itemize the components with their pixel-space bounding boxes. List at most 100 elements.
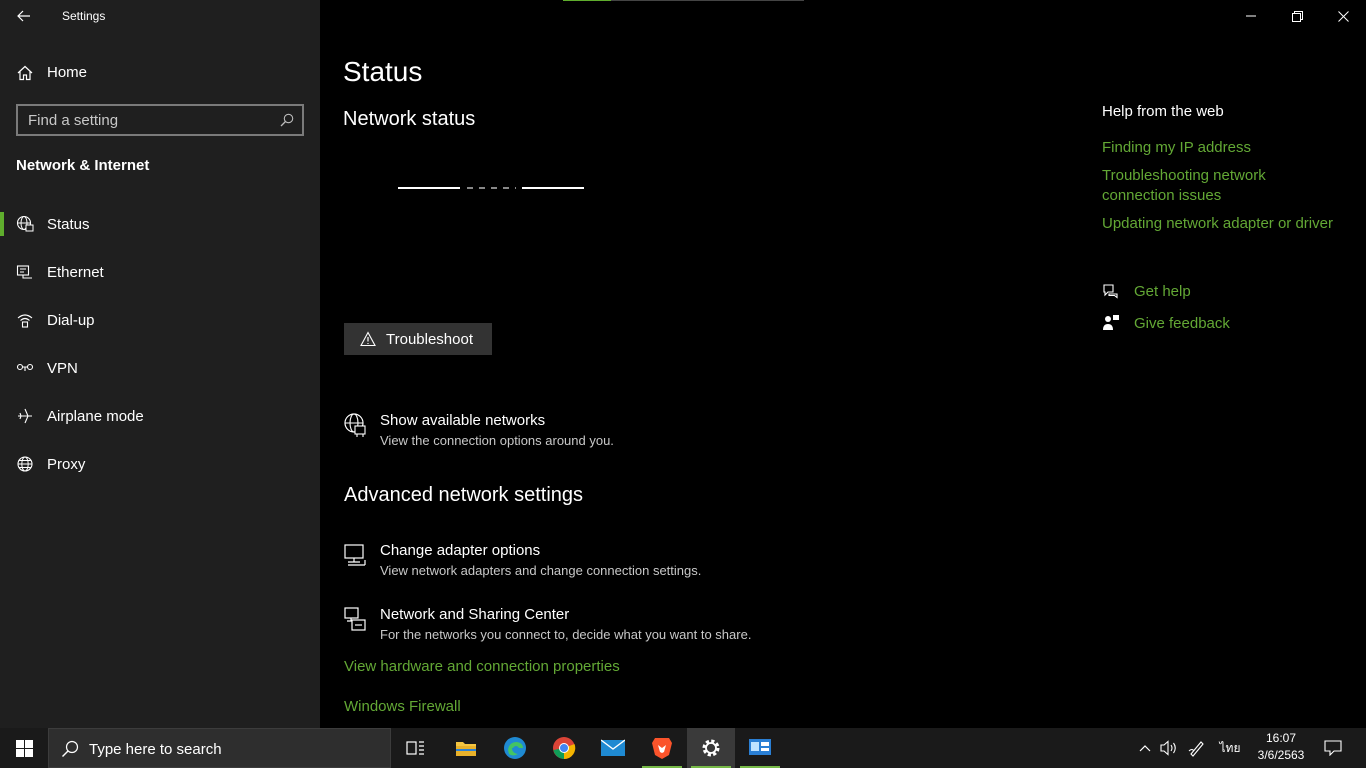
sidebar-item-ethernet[interactable]: Ethernet — [0, 252, 320, 292]
back-button[interactable] — [12, 6, 36, 26]
window-controls — [1228, 0, 1366, 32]
restore-icon — [1291, 10, 1303, 22]
network-status-diagram — [398, 187, 584, 189]
sidebar-item-status[interactable]: Status — [0, 204, 320, 244]
settings-app[interactable] — [687, 728, 735, 768]
loading-progress-bar — [563, 0, 804, 1]
edge-app[interactable] — [491, 728, 539, 768]
brave-browser-icon — [652, 738, 672, 759]
search-icon — [62, 740, 79, 757]
show-networks-desc: View the connection options around you. — [380, 433, 614, 448]
chrome-app[interactable] — [540, 728, 588, 768]
show-networks-item[interactable]: Show available networks View the connect… — [343, 412, 843, 456]
chevron-up-icon — [1139, 745, 1151, 752]
back-arrow-icon — [17, 10, 30, 22]
help-link-ip-address[interactable]: Finding my IP address — [1102, 138, 1342, 158]
sidebar-item-label: Airplane mode — [47, 408, 144, 425]
control-panel-app[interactable] — [736, 728, 784, 768]
sidebar-home-label: Home — [47, 64, 88, 81]
control-panel-icon — [749, 739, 771, 755]
sharing-center-icon — [344, 607, 366, 631]
clock-time: 16:07 — [1265, 731, 1297, 745]
pen-icon — [1188, 741, 1204, 757]
search-icon[interactable] — [280, 113, 294, 127]
taskbar-search[interactable]: Type here to search — [48, 728, 391, 768]
page-title: Status — [343, 56, 423, 87]
get-help-link[interactable]: Get help — [1102, 282, 1302, 304]
volume-button[interactable] — [1158, 728, 1180, 768]
input-language-button[interactable]: ไทย — [1214, 728, 1246, 768]
troubleshoot-button[interactable]: Troubleshoot — [344, 323, 492, 355]
sidebar-item-proxy[interactable]: Proxy — [0, 444, 320, 484]
settings-search-input[interactable] — [28, 111, 273, 129]
action-center-button[interactable] — [1320, 728, 1346, 768]
warning-icon — [360, 331, 376, 347]
sharing-center-title: Network and Sharing Center — [380, 606, 570, 623]
sidebar-item-label: Ethernet — [47, 264, 104, 281]
sidebar-item-vpn[interactable]: VPN — [0, 348, 320, 388]
notifications-icon — [1324, 740, 1342, 756]
hardware-properties-link[interactable]: View hardware and connection properties — [344, 658, 620, 675]
globe-status-icon — [16, 215, 34, 232]
mail-app[interactable] — [589, 728, 637, 768]
network-status-title: Network status — [343, 108, 476, 130]
sidebar-home[interactable]: Home — [0, 56, 320, 90]
sidebar-item-label: Dial-up — [47, 312, 95, 329]
close-icon — [1337, 10, 1349, 22]
sidebar-item-dialup[interactable]: Dial-up — [0, 300, 320, 340]
sidebar-item-label: Status — [47, 216, 90, 233]
give-feedback-label: Give feedback — [1134, 315, 1230, 332]
title-bar: Settings — [0, 0, 320, 32]
give-feedback-link[interactable]: Give feedback — [1102, 314, 1302, 336]
app-title: Settings — [62, 9, 106, 23]
pen-workspace-button[interactable] — [1186, 728, 1208, 768]
globe-icon — [17, 456, 33, 472]
troubleshoot-label: Troubleshoot — [386, 330, 473, 348]
task-view-icon — [406, 741, 424, 755]
section-title: Network & Internet — [16, 157, 150, 174]
windows-logo-icon — [15, 739, 33, 757]
chrome-browser-icon — [553, 737, 576, 760]
brave-app[interactable] — [638, 728, 686, 768]
sidebar: Settings Home Network & Internet Status … — [0, 0, 320, 728]
show-hidden-icons-button[interactable] — [1134, 728, 1156, 768]
network-globe-icon — [344, 413, 366, 437]
advanced-settings-title: Advanced network settings — [344, 484, 584, 506]
sharing-center-desc: For the networks you connect to, decide … — [380, 627, 752, 642]
close-button[interactable] — [1320, 0, 1366, 32]
home-icon — [17, 65, 33, 81]
sharing-center-item[interactable]: Network and Sharing Center For the netwo… — [343, 606, 843, 650]
minimize-icon — [1246, 15, 1256, 17]
edge-browser-icon — [504, 737, 526, 759]
start-button[interactable] — [0, 728, 48, 768]
ethernet-icon — [16, 265, 32, 279]
file-explorer-app[interactable] — [442, 728, 490, 768]
help-link-troubleshooting[interactable]: Troubleshooting network connection issue… — [1102, 166, 1342, 206]
give-feedback-icon — [1103, 315, 1119, 330]
show-networks-title: Show available networks — [380, 412, 546, 429]
sidebar-item-label: VPN — [47, 360, 78, 377]
taskbar-clock[interactable]: 16:07 3/6/2563 — [1252, 730, 1310, 764]
windows-firewall-link[interactable]: Windows Firewall — [344, 698, 461, 715]
sidebar-item-label: Proxy — [47, 456, 86, 473]
taskbar-search-placeholder: Type here to search — [89, 741, 222, 758]
gear-icon — [702, 739, 720, 757]
restore-button[interactable] — [1274, 0, 1320, 32]
clock-date: 3/6/2563 — [1257, 748, 1305, 762]
vpn-icon — [16, 363, 34, 371]
mail-icon — [601, 739, 625, 756]
help-link-adapter-driver[interactable]: Updating network adapter or driver — [1102, 214, 1342, 234]
change-adapter-title: Change adapter options — [380, 542, 541, 559]
folder-icon — [456, 742, 476, 756]
help-title: Help from the web — [1102, 103, 1224, 120]
dialup-icon — [17, 314, 33, 328]
minimize-button[interactable] — [1228, 0, 1274, 32]
change-adapter-item[interactable]: Change adapter options View network adap… — [343, 542, 843, 586]
adapter-monitor-icon — [344, 544, 366, 566]
sidebar-item-airplane[interactable]: Airplane mode — [0, 396, 320, 436]
speaker-icon — [1160, 740, 1176, 756]
get-help-icon — [1103, 284, 1118, 299]
taskbar: Type here to search ไทย 16:07 3/6/2563 — [0, 728, 1366, 768]
settings-search[interactable] — [16, 104, 304, 136]
task-view-button[interactable] — [392, 728, 440, 768]
